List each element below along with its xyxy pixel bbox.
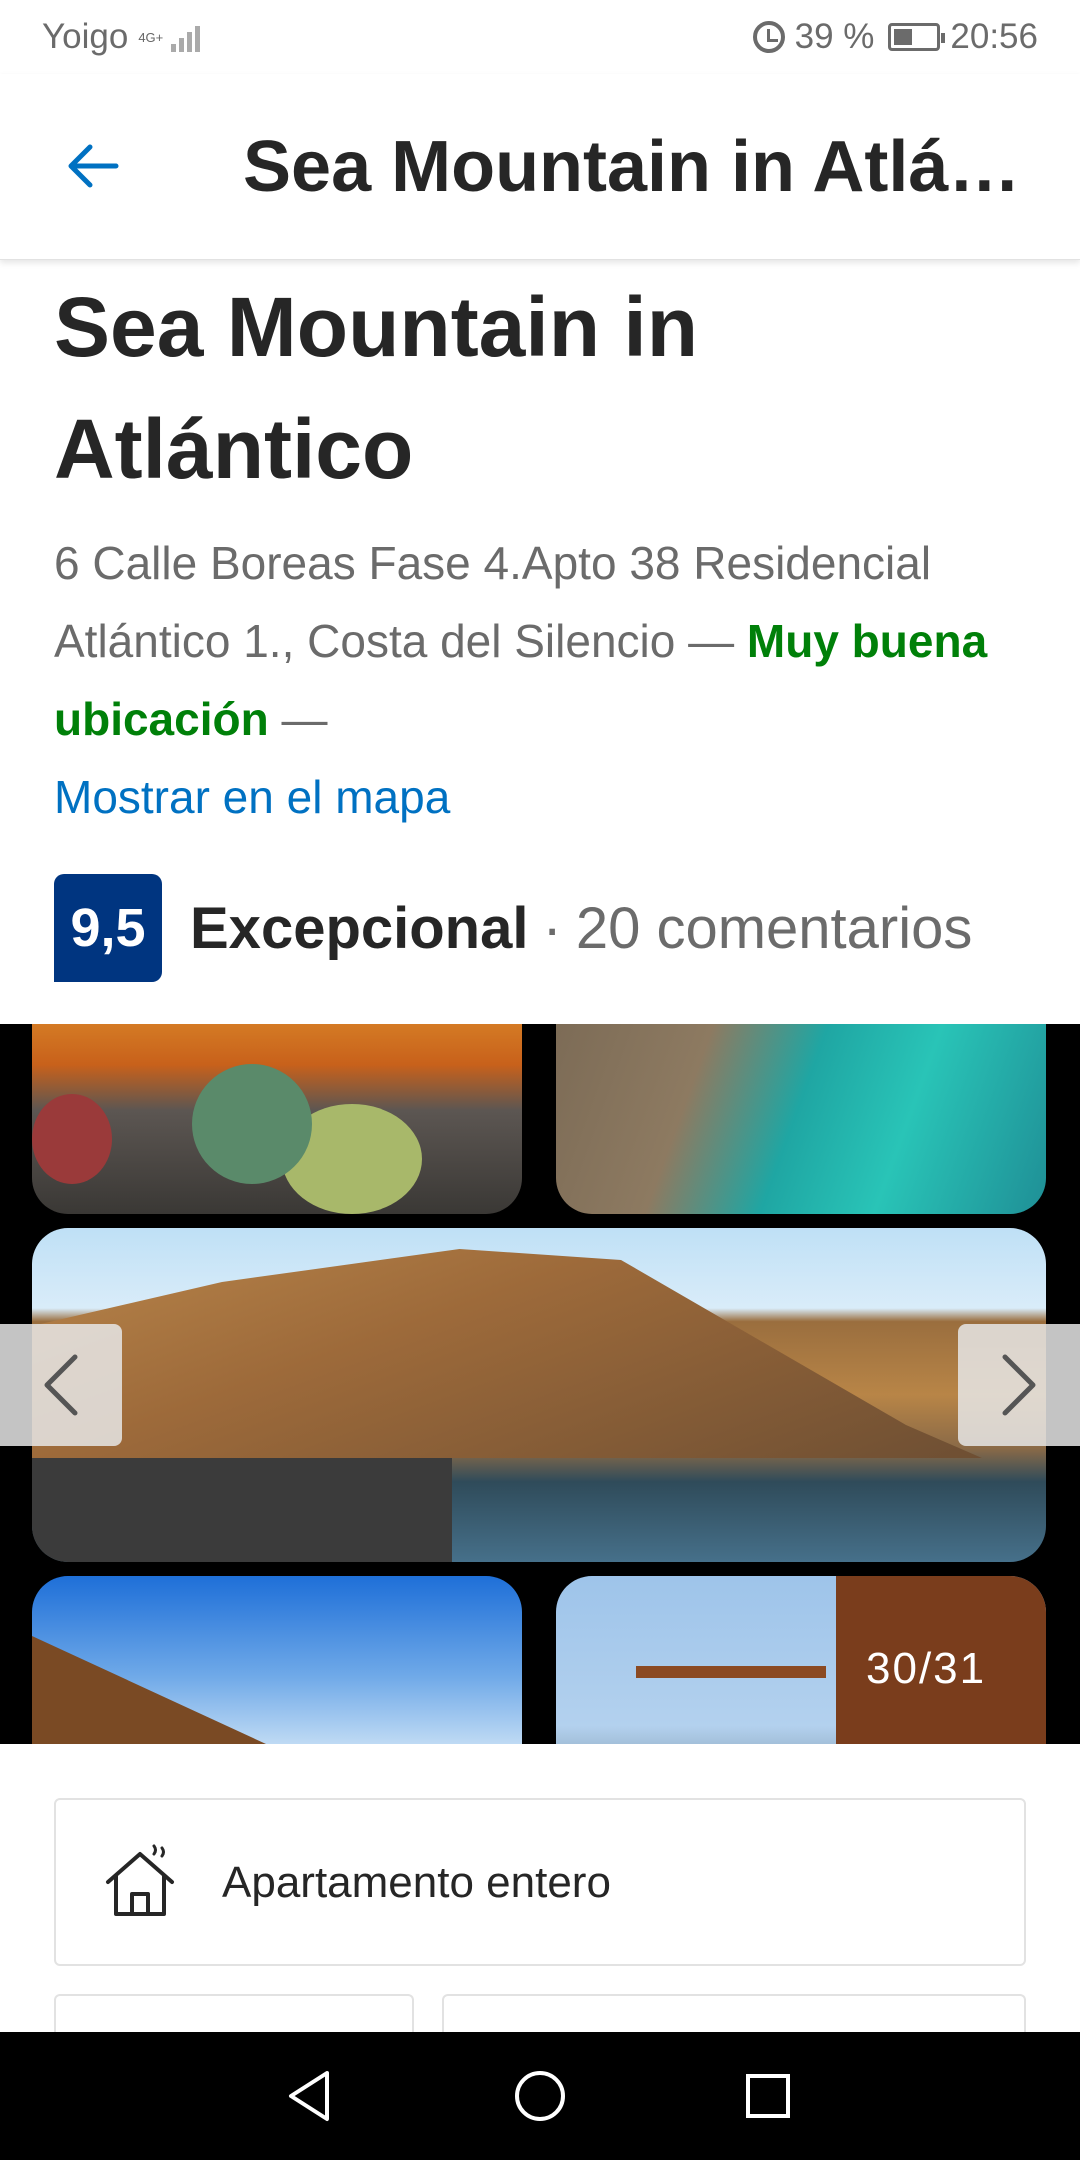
- system-nav-bar: [0, 2032, 1080, 2160]
- gallery-next-button[interactable]: [958, 1324, 1080, 1446]
- photo-gallery[interactable]: 30/31: [0, 1024, 1080, 1744]
- gallery-photo-cliff[interactable]: [32, 1228, 1046, 1562]
- chevron-left-icon: [44, 1354, 78, 1416]
- unit-type-card: Apartamento entero: [54, 1798, 1026, 1966]
- address-separator-2: —: [268, 693, 328, 745]
- chevron-right-icon: [1002, 1354, 1036, 1416]
- unit-type-label: Apartamento entero: [222, 1858, 611, 1907]
- rating-separator: ·: [542, 895, 562, 961]
- gallery-photo-garden[interactable]: [32, 1024, 522, 1214]
- circle-home-icon: [515, 2071, 565, 2121]
- nav-back-button[interactable]: [282, 2068, 338, 2124]
- status-right: 39 % 20:56: [752, 17, 1038, 57]
- triangle-back-icon: [289, 2071, 329, 2121]
- square-recents-icon: [746, 2074, 790, 2118]
- status-left: Yoigo 4G+: [42, 17, 201, 57]
- show-on-map-link[interactable]: Mostrar en el mapa: [54, 771, 450, 823]
- nav-recents-button[interactable]: [740, 2068, 796, 2124]
- battery-percent: 39 %: [794, 17, 875, 56]
- network-type: 4G+: [138, 29, 164, 45]
- property-header: Sea Mountain in Atlántico 6 Calle Boreas…: [54, 262, 1034, 982]
- house-icon: [106, 1844, 174, 1916]
- nav-home-button[interactable]: [512, 2068, 568, 2124]
- review-score-badge: 9,5: [54, 874, 162, 982]
- app-bar: Sea Mountain in Atlá…: [0, 74, 1080, 260]
- facility-card: [442, 1994, 1026, 2034]
- app-title: Sea Mountain in Atlá…: [243, 127, 1021, 207]
- gallery-prev-button[interactable]: [0, 1324, 122, 1446]
- gallery-photo-cove[interactable]: [556, 1024, 1046, 1214]
- review-count[interactable]: 20 comentarios: [576, 895, 973, 962]
- rating-row[interactable]: 9,5 Excepcional · 20 comentarios: [54, 874, 1034, 982]
- address-separator: —: [675, 615, 747, 667]
- photo-counter: 30/31: [866, 1644, 987, 1693]
- status-bar: Yoigo 4G+ 39 % 20:56: [0, 0, 1080, 74]
- gallery-photo-sky[interactable]: [32, 1576, 522, 1744]
- carrier-name: Yoigo: [42, 17, 129, 56]
- property-address-block: 6 Calle Boreas Fase 4.Apto 38 Residencia…: [54, 524, 1034, 836]
- signal-icon: [171, 22, 201, 52]
- property-name: Sea Mountain in Atlántico: [54, 280, 699, 496]
- battery-icon: [888, 23, 946, 51]
- back-arrow-icon: [68, 144, 119, 188]
- back-button[interactable]: [62, 136, 122, 196]
- rating-label: Excepcional: [190, 895, 529, 961]
- facility-card: [54, 1994, 414, 2034]
- clock: 20:56: [950, 17, 1038, 56]
- alarm-icon: [752, 21, 785, 53]
